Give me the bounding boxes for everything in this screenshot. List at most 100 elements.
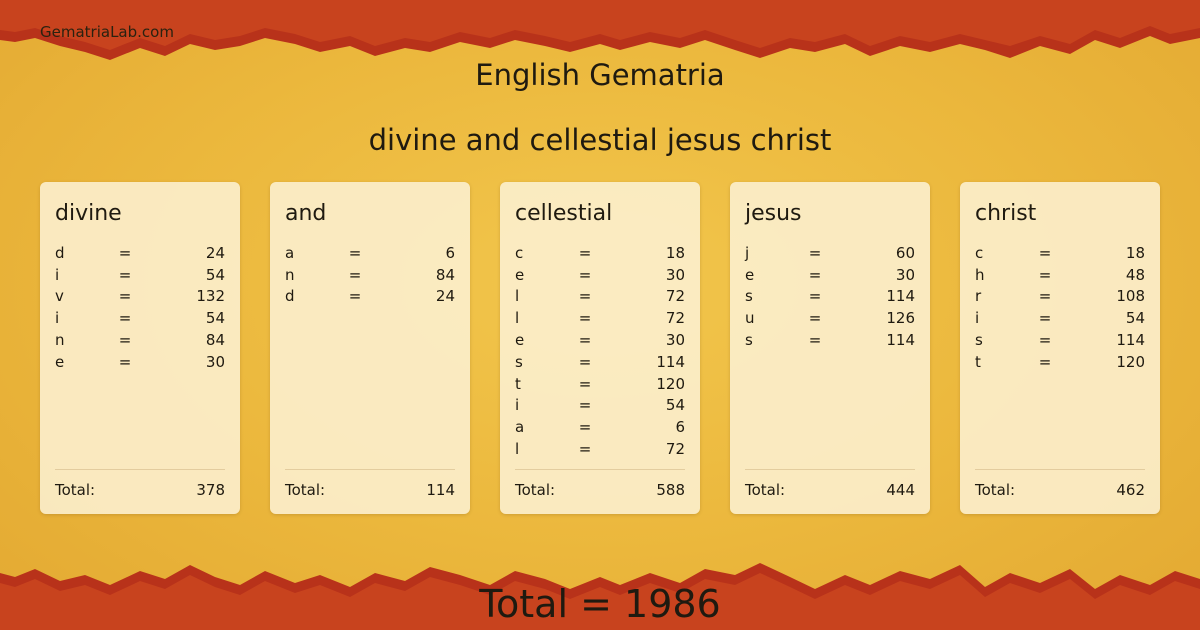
letter-row: i = 54 — [975, 307, 1145, 329]
total-label: Total: — [55, 481, 96, 499]
equals-sign: = — [118, 265, 132, 284]
letter-row: a = 6 — [515, 416, 685, 438]
total-value: 588 — [656, 481, 685, 499]
letter: d — [285, 287, 295, 306]
letter-row: d = 24 — [285, 286, 455, 308]
letter: s — [515, 352, 523, 371]
word-total: Total: 588 — [515, 469, 685, 499]
letter-row: l = 72 — [515, 307, 685, 329]
letter: a — [515, 418, 525, 437]
letter-row: l = 72 — [515, 286, 685, 308]
letter: j — [745, 243, 750, 262]
equals-sign: = — [118, 331, 132, 350]
letter-value: 132 — [196, 287, 225, 306]
equals-sign: = — [348, 287, 362, 306]
letter: c — [515, 243, 524, 262]
letter-row: n = 84 — [285, 264, 455, 286]
letter: t — [975, 352, 981, 371]
letter-value: 6 — [445, 243, 455, 262]
equals-sign: = — [578, 287, 592, 306]
letter-value: 72 — [665, 440, 685, 459]
letter-value: 48 — [1125, 265, 1145, 284]
letter-row: e = 30 — [515, 264, 685, 286]
equals-sign: = — [808, 287, 822, 306]
equals-sign: = — [348, 243, 362, 262]
equals-sign: = — [1038, 265, 1052, 284]
equals-sign: = — [808, 309, 822, 328]
letter-value: 24 — [205, 243, 225, 262]
letter: i — [975, 309, 980, 328]
letter: t — [515, 374, 521, 393]
letter-value: 30 — [665, 265, 685, 284]
letter: u — [745, 309, 755, 328]
grand-total: Total = 1986 — [479, 582, 721, 626]
letter: e — [745, 265, 755, 284]
letter: s — [745, 331, 753, 350]
letter-row: c = 18 — [515, 242, 685, 264]
equals-sign: = — [118, 243, 132, 262]
letter: l — [515, 287, 520, 306]
letter-value: 84 — [435, 265, 455, 284]
letter-value-list: j = 60 e = 30 s = 114 u = 126 s = 114 — [745, 242, 915, 351]
letter-row: e = 30 — [55, 351, 225, 373]
letter: i — [55, 265, 60, 284]
letter-row: r = 108 — [975, 286, 1145, 308]
word-total: Total: 462 — [975, 469, 1145, 499]
word-total: Total: 378 — [55, 469, 225, 499]
letter-value: 72 — [665, 309, 685, 328]
letter-value-list: d = 24 i = 54 v = 132 i = 54 n = 84 e = 30 — [55, 242, 225, 373]
letter-value: 114 — [886, 287, 915, 306]
letter-value: 72 — [665, 287, 685, 306]
letter: e — [515, 331, 525, 350]
letter: a — [285, 243, 295, 262]
phrase-heading: divine and cellestial jesus christ — [368, 123, 832, 157]
word-title: cellestial — [515, 201, 613, 226]
letter-value: 114 — [886, 331, 915, 350]
letter-value: 60 — [895, 243, 915, 262]
letter-value: 30 — [665, 331, 685, 350]
equals-sign: = — [118, 287, 132, 306]
letter-value: 114 — [1116, 331, 1145, 350]
letter-row: u = 126 — [745, 307, 915, 329]
equals-sign: = — [578, 265, 592, 284]
letter-value: 18 — [665, 243, 685, 262]
word-card: and a = 6 n = 84 d = 24 Total: 114 — [270, 182, 470, 514]
total-value: 462 — [1116, 481, 1145, 499]
letter-row: l = 72 — [515, 438, 685, 460]
equals-sign: = — [118, 352, 132, 371]
letter-value: 6 — [675, 418, 685, 437]
letter-value: 54 — [665, 396, 685, 415]
letter: h — [975, 265, 985, 284]
letter-row: i = 54 — [515, 395, 685, 417]
letter: e — [515, 265, 525, 284]
total-label: Total: — [975, 481, 1016, 499]
letter-row: a = 6 — [285, 242, 455, 264]
letter: l — [515, 440, 520, 459]
equals-sign: = — [1038, 331, 1052, 350]
word-card: christ c = 18 h = 48 r = 108 i = 54 s = 114 t = 120 Total: 4… — [960, 182, 1160, 514]
equals-sign: = — [578, 352, 592, 371]
equals-sign: = — [578, 440, 592, 459]
letter-row: t = 120 — [515, 373, 685, 395]
letter-row: s = 114 — [745, 329, 915, 351]
total-value: 378 — [196, 481, 225, 499]
letter-row: e = 30 — [515, 329, 685, 351]
letter-row: s = 114 — [745, 286, 915, 308]
letter-value-list: c = 18 h = 48 r = 108 i = 54 s = 114 t = 120 — [975, 242, 1145, 373]
letter: l — [515, 309, 520, 328]
letter-value: 120 — [1116, 352, 1145, 371]
site-link[interactable]: GematriaLab.com — [40, 23, 174, 41]
word-card: divine d = 24 i = 54 v = 132 i = 54 n = 84 e = 30 Total: 378 — [40, 182, 240, 514]
letter-value: 126 — [886, 309, 915, 328]
letter-value: 108 — [1116, 287, 1145, 306]
equals-sign: = — [808, 265, 822, 284]
word-title: and — [285, 201, 327, 226]
letter-row: h = 48 — [975, 264, 1145, 286]
total-value: 444 — [886, 481, 915, 499]
letter-value: 120 — [656, 374, 685, 393]
equals-sign: = — [578, 243, 592, 262]
letter-value-list: c = 18 e = 30 l = 72 l = 72 e = 30 s = 114 t = 120 i = 54 a = 6 l = 7… — [515, 242, 685, 460]
equals-sign: = — [578, 309, 592, 328]
letter-value: 30 — [895, 265, 915, 284]
equals-sign: = — [1038, 309, 1052, 328]
